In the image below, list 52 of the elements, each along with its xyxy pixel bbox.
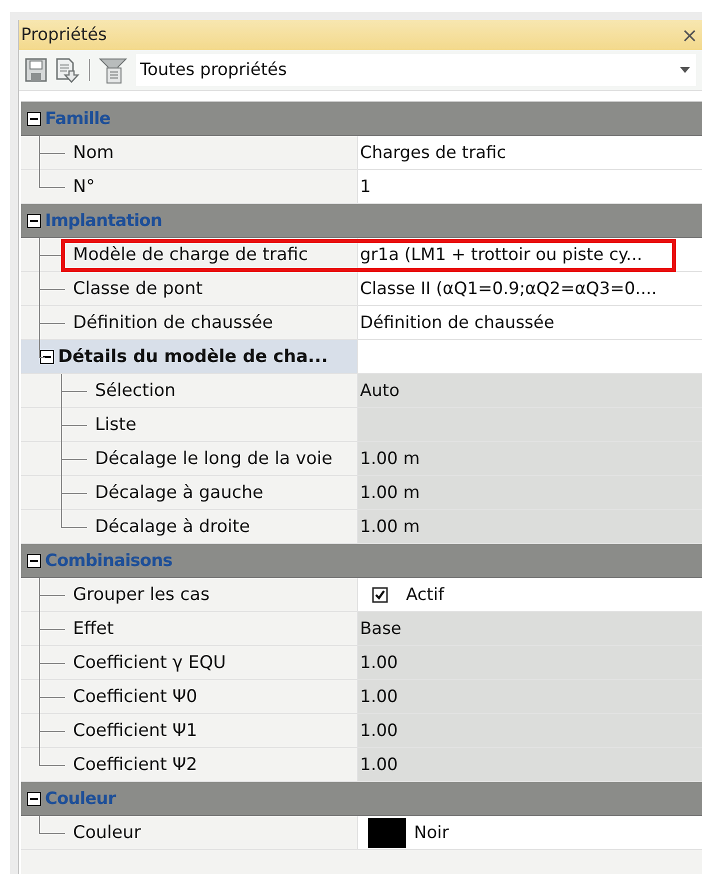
- property-label: Coefficient Ψ1: [73, 720, 198, 740]
- collapse-icon[interactable]: [27, 554, 41, 568]
- checkbox-cell[interactable]: Actif: [358, 578, 702, 611]
- value-cell[interactable]: Charges de trafic: [358, 136, 702, 169]
- property-label: Grouper les cas: [73, 584, 210, 604]
- export-icon[interactable]: [55, 57, 81, 83]
- value-cell[interactable]: Classe II (αQ1=0.9;αQ2=αQ3=0....: [358, 272, 702, 305]
- category-title: Famille: [45, 108, 110, 128]
- filter-dropdown[interactable]: Toutes propriétés: [136, 54, 696, 86]
- value-cell: 1.00 m: [358, 442, 702, 475]
- checkbox-label: Actif: [406, 584, 444, 604]
- close-button[interactable]: ×: [677, 23, 702, 47]
- value-cell: 1.00: [358, 646, 702, 679]
- property-label: Couleur: [73, 822, 141, 842]
- category-title: Combinaisons: [45, 550, 172, 570]
- property-label: Sélection: [95, 380, 176, 400]
- value-cell[interactable]: 1: [358, 170, 702, 203]
- property-label: Coefficient γ EQU: [73, 652, 226, 672]
- property-label: Coefficient Ψ2: [73, 754, 198, 774]
- category-title: Implantation: [45, 210, 162, 230]
- property-label: Classe de pont: [73, 278, 203, 298]
- collapse-icon[interactable]: [27, 792, 41, 806]
- value-cell: Base: [358, 612, 702, 645]
- value-cell[interactable]: Définition de chaussée: [358, 306, 702, 339]
- property-label: Définition de chaussée: [73, 312, 274, 332]
- property-label: Décalage à gauche: [95, 482, 264, 502]
- value-cell: 1.00: [358, 714, 702, 747]
- category-title: Couleur: [45, 788, 116, 808]
- checkbox[interactable]: [372, 586, 388, 602]
- value-cell: 1.00: [358, 748, 702, 781]
- property-label: Coefficient Ψ0: [73, 686, 198, 706]
- color-name: Noir: [414, 822, 449, 842]
- value-cell: 1.00 m: [358, 476, 702, 509]
- property-label: Liste: [95, 414, 136, 434]
- property-label: Modèle de charge de trafic: [73, 244, 308, 264]
- collapse-icon[interactable]: [27, 112, 41, 126]
- property-label: N°: [73, 176, 95, 196]
- value-cell: 1.00 m: [358, 510, 702, 543]
- color-cell[interactable]: Noir: [358, 816, 702, 849]
- property-label: Décalage à droite: [95, 516, 250, 536]
- filter-icon[interactable]: [98, 56, 128, 84]
- group-label: Détails du modèle de cha...: [58, 346, 328, 366]
- caret-icon: [680, 67, 690, 73]
- property-label: Décalage le long de la voie: [95, 448, 332, 468]
- property-label: Nom: [73, 142, 114, 162]
- property-label: Effet: [73, 618, 114, 638]
- collapse-icon[interactable]: [27, 214, 41, 228]
- save-icon[interactable]: [25, 58, 47, 82]
- value-cell: 1.00: [358, 680, 702, 713]
- collapse-icon[interactable]: [40, 350, 54, 364]
- panel-title: Propriétés: [21, 25, 107, 45]
- value-cell: Auto: [358, 374, 702, 407]
